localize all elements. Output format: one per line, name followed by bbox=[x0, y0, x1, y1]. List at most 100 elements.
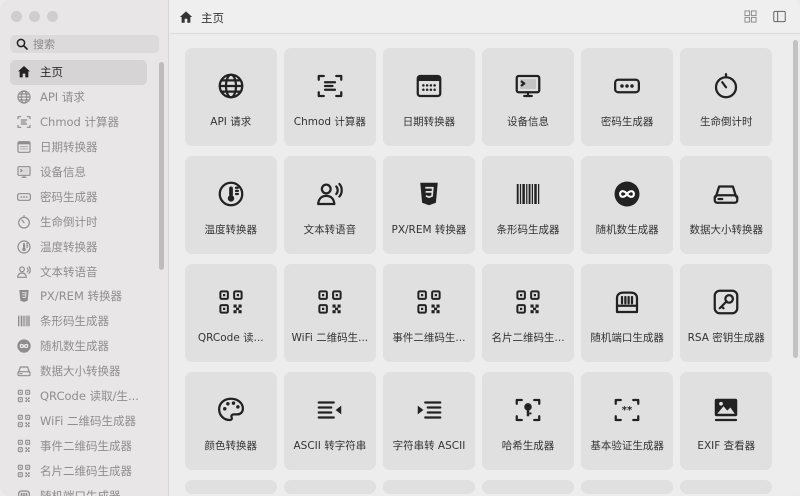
monitor-icon bbox=[512, 70, 544, 102]
tool-card-label: QRCode 读... bbox=[197, 332, 264, 344]
sidebar-scrollbar[interactable] bbox=[159, 62, 164, 270]
tool-card[interactable]: 条形码生成器 bbox=[482, 156, 574, 254]
tool-card[interactable]: API 请求 bbox=[185, 48, 277, 146]
grid-view-icon[interactable] bbox=[744, 10, 757, 23]
qrcode-icon bbox=[512, 286, 544, 318]
svg-text:**: ** bbox=[622, 405, 633, 416]
sidebar-item-label: 设备信息 bbox=[40, 165, 86, 179]
file-scan-icon bbox=[16, 114, 32, 130]
tool-card[interactable]: 文本转语音 bbox=[284, 156, 376, 254]
tool-card[interactable]: 名片二维码生... bbox=[482, 264, 574, 362]
tool-card-label: 温度转换器 bbox=[204, 224, 258, 236]
tool-card-label: EXIF 查看器 bbox=[697, 440, 756, 452]
sidebar-item-9[interactable]: PX/REM 转换器 bbox=[10, 284, 147, 309]
tool-card-label: API 请求 bbox=[210, 116, 252, 128]
tool-card[interactable] bbox=[680, 480, 772, 494]
sidebar-item-7[interactable]: 温度转换器 bbox=[10, 234, 147, 259]
thermometer-icon bbox=[16, 239, 32, 255]
sidebar-item-11[interactable]: 随机数生成器 bbox=[10, 334, 147, 359]
tool-card[interactable]: 生命倒计时 bbox=[680, 48, 772, 146]
sidebar-item-4[interactable]: 设备信息 bbox=[10, 160, 147, 185]
barcode-icon bbox=[16, 313, 32, 329]
sidebar-item-label: 条形码生成器 bbox=[40, 314, 109, 329]
tool-card[interactable]: 哈希生成器 bbox=[482, 372, 574, 470]
sidebar-item-label: 主页 bbox=[40, 65, 63, 80]
tool-card[interactable]: 密码生成器 bbox=[581, 48, 673, 146]
sidebar-item-14[interactable]: WiFi 二维码生成器 bbox=[10, 408, 147, 433]
tool-card[interactable]: RSA 密钥生成器 bbox=[680, 264, 772, 362]
close-window-button[interactable] bbox=[11, 11, 22, 22]
sidebar-item-16[interactable]: 名片二维码生成器 bbox=[10, 458, 147, 483]
sidebar-item-5[interactable]: 密码生成器 bbox=[10, 184, 147, 209]
text-arrow-right-icon bbox=[413, 394, 445, 426]
sidebar-item-1[interactable]: API 请求 bbox=[10, 85, 147, 110]
page-title: 主页 bbox=[201, 11, 224, 25]
infinity-icon bbox=[611, 178, 643, 210]
tool-card-label: 随机端口生成器 bbox=[590, 332, 664, 344]
image-icon bbox=[710, 394, 742, 426]
sidebar-item-label: 生命倒计时 bbox=[40, 214, 98, 229]
tool-card-label: PX/REM 转换器 bbox=[391, 224, 467, 236]
tool-card-label: RSA 密钥生成器 bbox=[687, 332, 765, 344]
minimize-window-button[interactable] bbox=[29, 11, 40, 22]
tool-card[interactable]: 数据大小转换器 bbox=[680, 156, 772, 254]
speaker-person-icon bbox=[16, 264, 32, 280]
tool-card[interactable]: 随机数生成器 bbox=[581, 156, 673, 254]
tool-card[interactable]: 设备信息 bbox=[482, 48, 574, 146]
main-scrollbar[interactable] bbox=[793, 40, 798, 358]
password-icon bbox=[611, 70, 643, 102]
tool-card[interactable]: 随机端口生成器 bbox=[581, 264, 673, 362]
sidebar-item-17[interactable]: 随机端口生成器 bbox=[10, 483, 147, 496]
tool-card[interactable]: ASCII 转字符串 bbox=[284, 372, 376, 470]
tool-card[interactable]: 日期转换器 bbox=[383, 48, 475, 146]
sidebar-item-13[interactable]: QRCode 读取/生... bbox=[10, 384, 147, 409]
tool-card-label: 基本验证生成器 bbox=[590, 440, 664, 452]
tool-card[interactable]: EXIF 查看器 bbox=[680, 372, 772, 470]
tool-card[interactable]: 颜色转换器 bbox=[185, 372, 277, 470]
globe-icon bbox=[16, 89, 32, 105]
tool-card-label: 条形码生成器 bbox=[496, 224, 560, 236]
tool-card-label: ASCII 转字符串 bbox=[293, 440, 367, 452]
sidebar-item-0[interactable]: 主页 bbox=[10, 60, 147, 85]
search-box[interactable] bbox=[10, 35, 159, 53]
tool-card[interactable] bbox=[185, 480, 277, 494]
timer-icon bbox=[16, 214, 32, 230]
qrcode-icon bbox=[16, 463, 32, 479]
sidebar-item-label: 密码生成器 bbox=[40, 189, 98, 204]
tool-card-label: 数据大小转换器 bbox=[689, 224, 763, 236]
sidebar-item-3[interactable]: 日期转换器 bbox=[10, 135, 147, 160]
toggle-sidebar-icon[interactable] bbox=[773, 10, 786, 23]
tool-card-label: 颜色转换器 bbox=[204, 440, 258, 452]
sidebar-item-6[interactable]: 生命倒计时 bbox=[10, 209, 147, 234]
tool-card[interactable]: QRCode 读... bbox=[185, 264, 277, 362]
tool-card[interactable] bbox=[383, 480, 475, 494]
sidebar-item-label: 数据大小转换器 bbox=[40, 364, 121, 379]
tool-card[interactable] bbox=[581, 480, 673, 494]
tool-card[interactable]: 事件二维码生... bbox=[383, 264, 475, 362]
sidebar-item-12[interactable]: 数据大小转换器 bbox=[10, 359, 147, 384]
main-content: 主页 API 请求 Chmod 计算器 日期转换器 设备信息 密码生成器 生命倒计时温度转… bbox=[170, 0, 800, 496]
search-input[interactable] bbox=[33, 37, 153, 51]
port-icon bbox=[611, 286, 643, 318]
sidebar-item-2[interactable]: Chmod 计算器 bbox=[10, 110, 147, 135]
tool-card-label: Chmod 计算器 bbox=[293, 116, 366, 128]
zoom-window-button[interactable] bbox=[47, 11, 58, 22]
tool-card[interactable] bbox=[482, 480, 574, 494]
tool-card[interactable]: PX/REM 转换器 bbox=[383, 156, 475, 254]
sidebar-item-10[interactable]: 条形码生成器 bbox=[10, 309, 147, 334]
tool-card[interactable]: Chmod 计算器 bbox=[284, 48, 376, 146]
sidebar-item-8[interactable]: 文本转语音 bbox=[10, 259, 147, 284]
palette-icon bbox=[215, 394, 247, 426]
tool-card[interactable]: WiFi 二维码生... bbox=[284, 264, 376, 362]
toolbar: 主页 bbox=[170, 0, 800, 34]
css-icon bbox=[413, 178, 445, 210]
hash-key-icon bbox=[512, 394, 544, 426]
tool-card[interactable]: ** 基本验证生成器 bbox=[581, 372, 673, 470]
tool-card-label: WiFi 二维码生... bbox=[291, 332, 369, 344]
sidebar-item-15[interactable]: 事件二维码生成器 bbox=[10, 433, 147, 458]
key-icon bbox=[710, 286, 742, 318]
tool-card[interactable]: 温度转换器 bbox=[185, 156, 277, 254]
tool-card[interactable] bbox=[284, 480, 376, 494]
sidebar-item-label: PX/REM 转换器 bbox=[40, 289, 123, 304]
tool-card[interactable]: 字符串转 ASCII bbox=[383, 372, 475, 470]
